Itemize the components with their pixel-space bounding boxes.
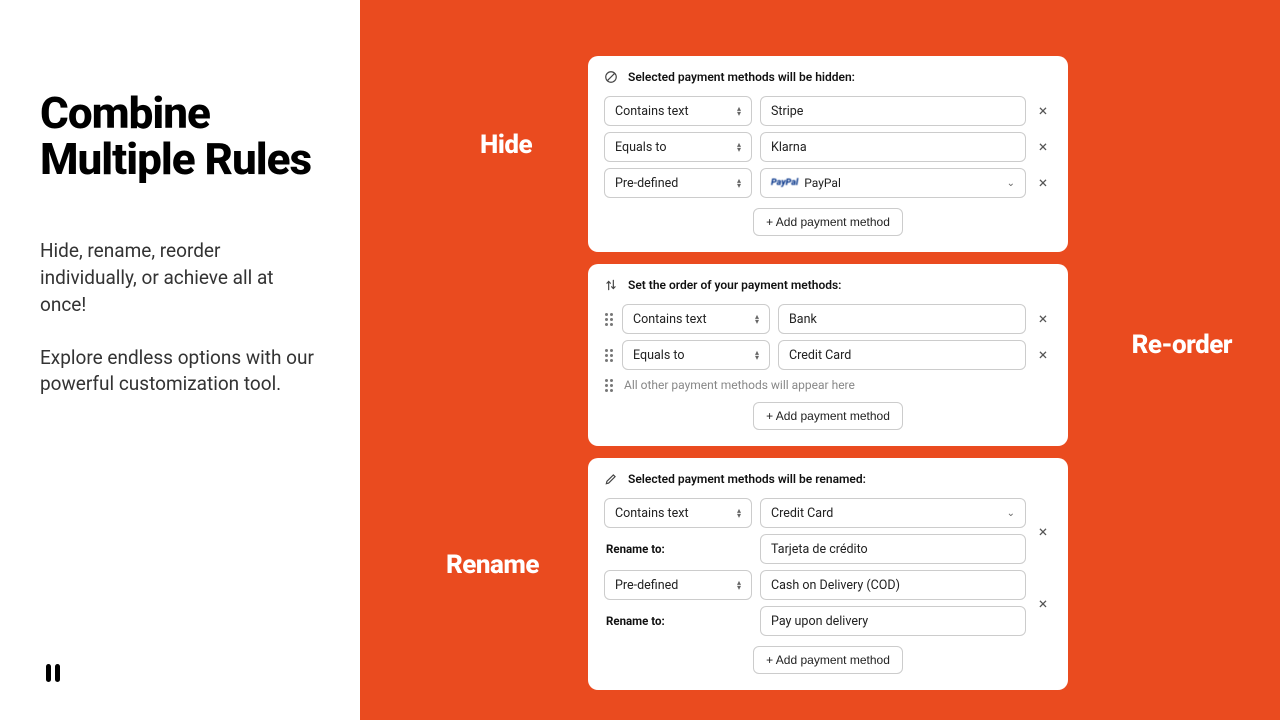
hide-card-title: Selected payment methods will be hidden: [628, 70, 855, 84]
rename-icon [604, 472, 618, 486]
operator-label: Equals to [633, 348, 684, 363]
value-input[interactable]: Stripe [760, 96, 1026, 126]
add-payment-method-button[interactable]: + Add payment method [753, 402, 903, 430]
paypal-logo-icon: PayPal [771, 178, 798, 188]
rename-row-bottom: Rename to: Tarjeta de crédito [604, 534, 1052, 564]
operator-select[interactable]: Pre-defined▴▾ [604, 168, 752, 198]
drag-handle-icon[interactable] [604, 379, 614, 392]
drag-handle-icon[interactable] [604, 349, 614, 362]
hide-row: Equals to▴▾ Klarna × [604, 132, 1052, 162]
operator-select[interactable]: Equals to▴▾ [604, 132, 752, 162]
rename-input[interactable]: Tarjeta de crédito [760, 534, 1026, 564]
value-input[interactable]: Klarna [760, 132, 1026, 162]
remove-row-button[interactable]: × [1034, 596, 1052, 612]
rename-to-label: Rename to: [604, 614, 752, 628]
rename-row-top: Contains text▴▾ Credit Card ⌄ [604, 498, 1052, 528]
reorder-row: Contains text▴▾ Bank × [604, 304, 1052, 334]
rename-text: Pay upon delivery [771, 614, 868, 629]
operator-label: Pre-defined [615, 578, 678, 593]
operator-label: Equals to [615, 140, 666, 155]
label-rename: Rename [446, 550, 539, 580]
reorder-row: Equals to▴▾ Credit Card × [604, 340, 1052, 370]
operator-label: Contains text [633, 312, 707, 327]
brand-logo [40, 660, 66, 690]
add-payment-method-button[interactable]: + Add payment method [753, 208, 903, 236]
value-input[interactable]: Cash on Delivery (COD) [760, 570, 1026, 600]
value-text: Bank [789, 312, 817, 327]
value-input[interactable]: Bank [778, 304, 1026, 334]
rename-input[interactable]: Pay upon delivery [760, 606, 1026, 636]
label-reorder: Re-order [1132, 330, 1232, 360]
operator-select[interactable]: Contains text▴▾ [622, 304, 770, 334]
hide-row: Pre-defined▴▾ PayPal PayPal ⌄ × [604, 168, 1052, 198]
right-panel: Hide Re-order Rename Selected payment me… [360, 0, 1280, 720]
rename-card-header: Selected payment methods will be renamed… [604, 472, 1052, 486]
chevron-down-icon: ⌄ [1007, 178, 1015, 189]
rename-group: Contains text▴▾ Credit Card ⌄ Rename to: Tar… [604, 498, 1052, 564]
remove-row-button[interactable]: × [1034, 311, 1052, 327]
reorder-icon [604, 278, 618, 292]
subtext: Hide, rename, reorder individually, or a… [40, 238, 320, 398]
rename-card-title: Selected payment methods will be renamed… [628, 472, 866, 486]
add-payment-method-button[interactable]: + Add payment method [753, 646, 903, 674]
operator-select[interactable]: Pre-defined▴▾ [604, 570, 752, 600]
operator-label: Pre-defined [615, 176, 678, 191]
value-input[interactable]: PayPal PayPal ⌄ [760, 168, 1026, 198]
rename-row-bottom: Rename to: Pay upon delivery [604, 606, 1052, 636]
value-text: PayPal [804, 176, 841, 190]
hide-card: Selected payment methods will be hidden:… [588, 56, 1068, 252]
hide-card-header: Selected payment methods will be hidden: [604, 70, 1052, 84]
rename-row-top: Pre-defined▴▾ Cash on Delivery (COD) [604, 570, 1052, 600]
operator-label: Contains text [615, 506, 689, 521]
remove-row-button[interactable]: × [1034, 103, 1052, 119]
remove-row-button[interactable]: × [1034, 347, 1052, 363]
value-text: Klarna [771, 140, 807, 155]
left-panel: Combine Multiple Rules Hide, rename, reo… [0, 0, 360, 720]
drag-handle-icon[interactable] [604, 313, 614, 326]
reorder-card-header: Set the order of your payment methods: [604, 278, 1052, 292]
rename-to-label: Rename to: [604, 542, 752, 556]
value-text: Stripe [771, 104, 803, 119]
headline: Combine Multiple Rules [40, 90, 320, 182]
value-input[interactable]: Credit Card [778, 340, 1026, 370]
rename-text: Tarjeta de crédito [771, 542, 868, 557]
value-input[interactable]: Credit Card ⌄ [760, 498, 1026, 528]
remove-row-button[interactable]: × [1034, 524, 1052, 540]
operator-select[interactable]: Contains text▴▾ [604, 96, 752, 126]
value-text: Credit Card [789, 348, 851, 363]
reorder-card-title: Set the order of your payment methods: [628, 278, 841, 292]
value-text: Cash on Delivery (COD) [771, 578, 900, 593]
hide-row: Contains text▴▾ Stripe × [604, 96, 1052, 126]
operator-label: Contains text [615, 104, 689, 119]
hide-icon [604, 70, 618, 84]
chevron-down-icon: ⌄ [1007, 508, 1015, 519]
value-text: Credit Card [771, 506, 833, 521]
reorder-hint-row: All other payment methods will appear he… [604, 378, 1052, 392]
rename-group: Pre-defined▴▾ Cash on Delivery (COD) Renam… [604, 570, 1052, 636]
operator-select[interactable]: Equals to▴▾ [622, 340, 770, 370]
reorder-card: Set the order of your payment methods: C… [588, 264, 1068, 446]
reorder-hint: All other payment methods will appear he… [624, 378, 855, 392]
label-hide: Hide [480, 130, 532, 160]
remove-row-button[interactable]: × [1034, 175, 1052, 191]
rename-card: Selected payment methods will be renamed… [588, 458, 1068, 690]
remove-row-button[interactable]: × [1034, 139, 1052, 155]
operator-select[interactable]: Contains text▴▾ [604, 498, 752, 528]
